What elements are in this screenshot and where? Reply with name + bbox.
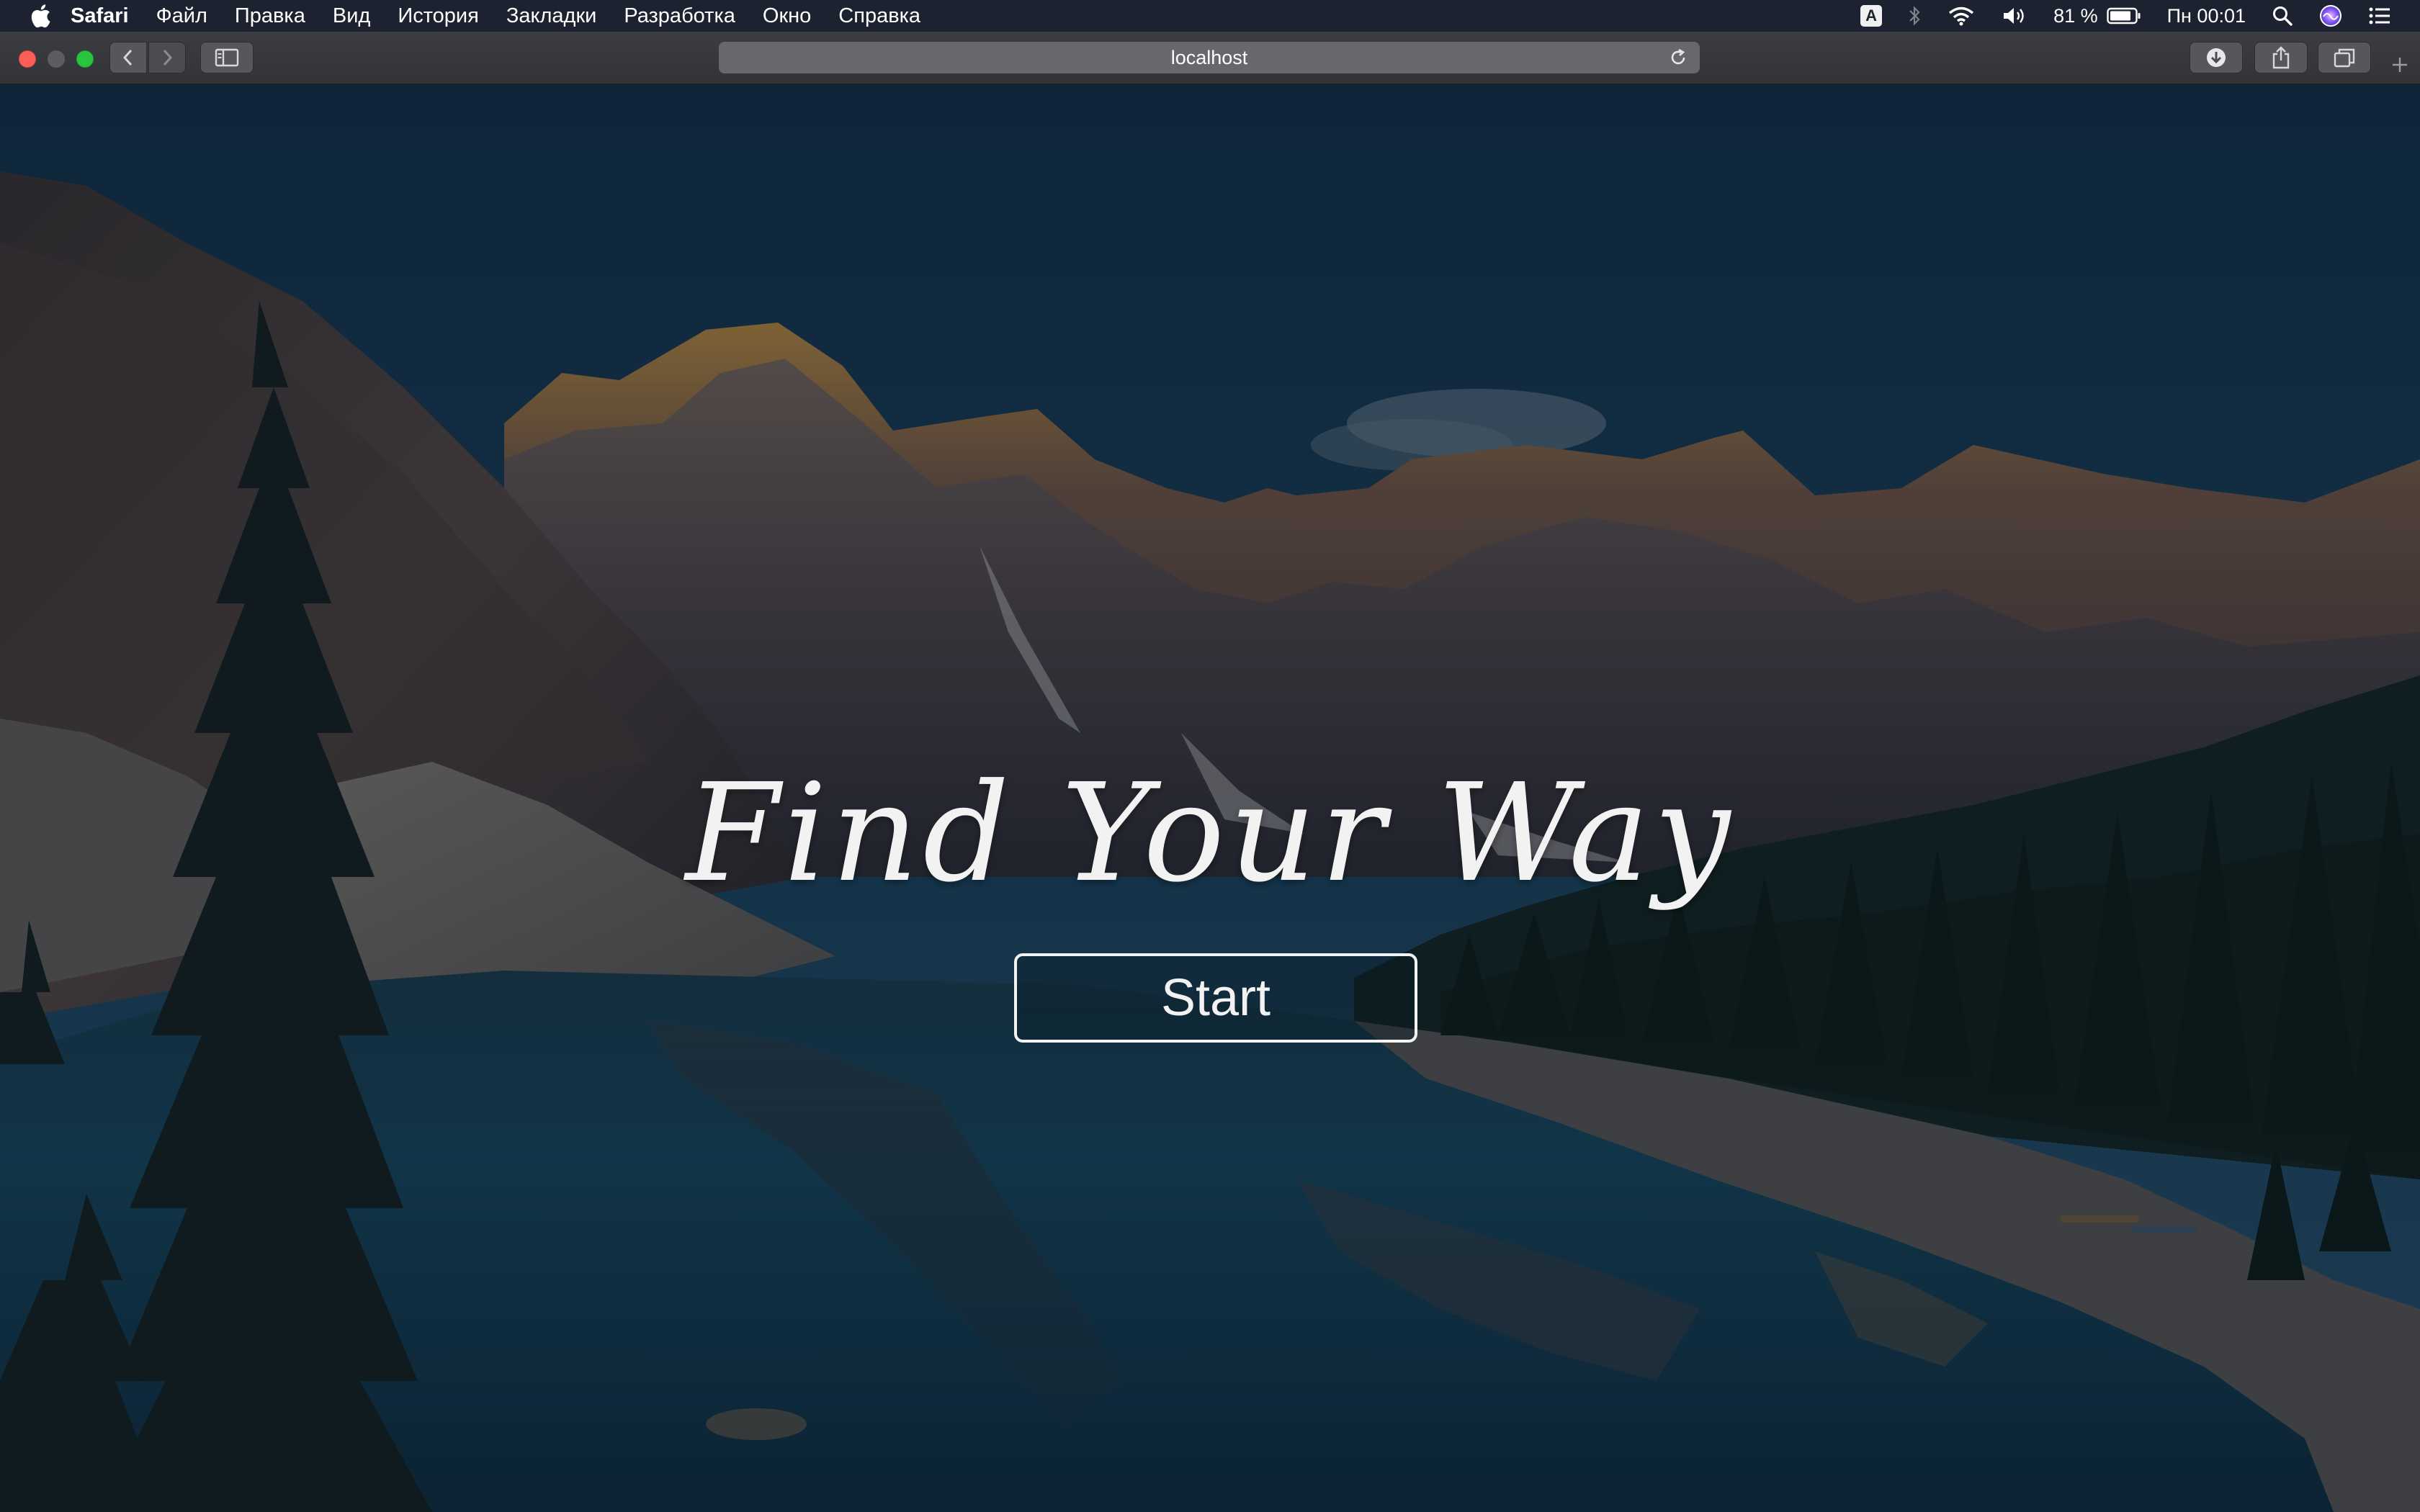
menu-file[interactable]: Файл bbox=[156, 4, 207, 28]
plus-icon bbox=[2393, 58, 2407, 72]
battery-percent: 81 % bbox=[2053, 4, 2098, 27]
spotlight-search-icon[interactable] bbox=[2272, 5, 2293, 27]
notification-center-icon[interactable] bbox=[2368, 6, 2391, 26]
minimize-window-button[interactable] bbox=[48, 50, 65, 68]
chevron-right-icon bbox=[163, 49, 173, 66]
apple-icon[interactable] bbox=[24, 0, 56, 32]
menu-bookmarks[interactable]: Закладки bbox=[506, 4, 597, 28]
new-tab-button[interactable] bbox=[2384, 49, 2416, 81]
reload-icon[interactable] bbox=[1668, 48, 1688, 68]
menu-window[interactable]: Окно bbox=[763, 4, 811, 28]
clock[interactable]: Пн 00:01 bbox=[2167, 5, 2246, 27]
download-icon bbox=[2207, 48, 2226, 67]
wifi-icon[interactable] bbox=[1947, 5, 1976, 27]
sidebar-icon bbox=[215, 48, 239, 67]
tabs-icon bbox=[2334, 48, 2355, 68]
menu-develop[interactable]: Разработка bbox=[624, 4, 735, 28]
menu-history[interactable]: История bbox=[398, 4, 478, 28]
bluetooth-icon[interactable] bbox=[1908, 5, 1921, 27]
volume-icon[interactable] bbox=[2002, 5, 2027, 27]
start-button[interactable]: Start bbox=[1014, 953, 1417, 1043]
input-source-icon[interactable]: A bbox=[1860, 5, 1883, 27]
address-bar[interactable]: localhost bbox=[719, 42, 1700, 73]
hero-title: Find Your Way bbox=[685, 755, 1735, 912]
menu-bar: Safari Файл Правка Вид История Закладки … bbox=[0, 0, 2420, 32]
battery-status[interactable]: 81 % bbox=[2053, 5, 2141, 27]
downloads-button[interactable] bbox=[2190, 42, 2243, 73]
browser-toolbar: localhost bbox=[0, 32, 2420, 85]
menu-edit[interactable]: Правка bbox=[235, 4, 305, 28]
tab-overview-button[interactable] bbox=[2318, 42, 2371, 73]
share-icon bbox=[2272, 46, 2290, 69]
forward-button[interactable] bbox=[148, 42, 186, 73]
status-area: A 81 % Пн 00:01 bbox=[1860, 0, 2391, 32]
siri-icon[interactable] bbox=[2319, 4, 2342, 27]
back-button[interactable] bbox=[109, 42, 147, 73]
battery-icon bbox=[2106, 7, 2141, 24]
page-viewport: Find Your Way Start bbox=[0, 85, 2420, 1512]
chevron-left-icon bbox=[122, 49, 133, 66]
menu-help[interactable]: Справка bbox=[838, 4, 920, 28]
close-window-button[interactable] bbox=[19, 50, 36, 68]
menu-safari[interactable]: Safari bbox=[71, 4, 129, 28]
menu-view[interactable]: Вид bbox=[333, 4, 370, 28]
share-button[interactable] bbox=[2254, 42, 2308, 73]
address-text: localhost bbox=[1170, 46, 1248, 68]
sidebar-toggle-button[interactable] bbox=[200, 42, 254, 73]
zoom-window-button[interactable] bbox=[76, 50, 94, 68]
